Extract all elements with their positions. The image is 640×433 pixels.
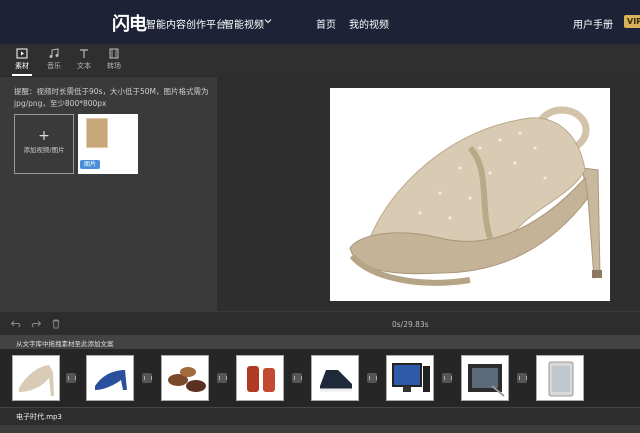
clip-tablet[interactable] [536, 355, 584, 401]
undo-icon[interactable] [10, 318, 22, 330]
sandal-image [349, 106, 602, 286]
tab-text-label: 文本 [77, 62, 91, 70]
nav-my-videos-link[interactable]: 我的视频 [349, 16, 389, 31]
thumbnail-image [86, 118, 108, 148]
clip-monitor[interactable] [386, 355, 434, 401]
media-icon [16, 48, 28, 59]
sandal-thumb [19, 365, 54, 396]
top-nav-bar: 闪电 智能内容创作平台 智能视频 首页 我的视频 用户手册 VIP [0, 0, 640, 44]
material-panel: 提醒：视频时长需低于90s，大小低于50M，图片格式需为jpg/png，至少80… [0, 77, 217, 311]
add-media-label: 添加视频/图片 [23, 146, 65, 154]
trash-icon[interactable] [50, 318, 62, 330]
logo[interactable]: 闪电 [112, 10, 147, 36]
tablet-pen-thumb [468, 364, 505, 397]
product-dropdown[interactable]: 智能视频 [224, 16, 264, 31]
kids-shoes-thumb [168, 367, 206, 392]
text-track-hint: 从文字库中拖拽素材至此添加文案 [16, 340, 114, 348]
tab-text[interactable]: 文本 [70, 48, 98, 74]
transition-marker[interactable] [517, 373, 527, 383]
chevron-down-icon[interactable] [264, 17, 272, 25]
clip-track [0, 349, 640, 407]
redo-icon[interactable] [30, 318, 42, 330]
vip-badge[interactable]: VIP [624, 15, 640, 28]
tab-music[interactable]: 音乐 [40, 48, 68, 74]
clip-sandal[interactable] [12, 355, 60, 401]
tab-transition-label: 转场 [107, 62, 121, 70]
clip-sneaker[interactable] [311, 355, 359, 401]
red-boots-thumb [247, 366, 275, 392]
active-tab-indicator [12, 74, 32, 76]
clip-kids-shoes[interactable] [161, 355, 209, 401]
transition-marker[interactable] [292, 373, 302, 383]
transition-marker[interactable] [367, 373, 377, 383]
clip-tablet-pen[interactable] [461, 355, 509, 401]
transition-marker[interactable] [442, 373, 452, 383]
timeline-controls: 0s/29.83s [0, 311, 640, 335]
editor-toolbar: 素材 音乐 文本 转场 [0, 44, 640, 76]
nav-home-link[interactable]: 首页 [316, 16, 336, 31]
media-thumbnail[interactable]: 图片 [78, 114, 138, 174]
tablet-thumb [548, 361, 574, 397]
preview-canvas[interactable] [330, 88, 610, 301]
music-note-icon [49, 48, 59, 58]
tab-transition[interactable]: 转场 [100, 48, 128, 74]
brand-title: 智能内容创作平台 [146, 20, 226, 31]
tab-music-label: 音乐 [47, 62, 61, 70]
text-icon [80, 49, 88, 58]
audio-file-label: 电子时代.mp3 [16, 413, 62, 421]
image-type-badge: 图片 [80, 160, 101, 169]
tab-media-label: 素材 [15, 62, 29, 70]
clip-red-boots[interactable] [236, 355, 284, 401]
clip-blue-heels[interactable] [86, 355, 134, 401]
upload-hint: 提醒：视频时长需低于90s，大小低于50M，图片格式需为jpg/png，至少80… [14, 87, 209, 108]
tab-media[interactable]: 素材 [8, 48, 36, 74]
transition-marker[interactable] [142, 373, 152, 383]
audio-track[interactable]: 电子时代.mp3 [0, 407, 640, 425]
transition-marker[interactable] [66, 373, 76, 383]
transition-marker[interactable] [217, 373, 227, 383]
user-manual-link[interactable]: 用户手册 [573, 16, 613, 31]
monitor-thumb [392, 363, 430, 392]
heels-thumb [95, 370, 127, 390]
plus-icon: + [38, 128, 50, 144]
sneaker-thumb [320, 370, 352, 392]
bottom-strip [0, 425, 640, 433]
time-readout: 0s/29.83s [392, 320, 429, 329]
text-track[interactable]: 从文字库中拖拽素材至此添加文案 [0, 335, 640, 349]
transition-icon [109, 48, 119, 59]
add-media-button[interactable]: + 添加视频/图片 [14, 114, 74, 174]
